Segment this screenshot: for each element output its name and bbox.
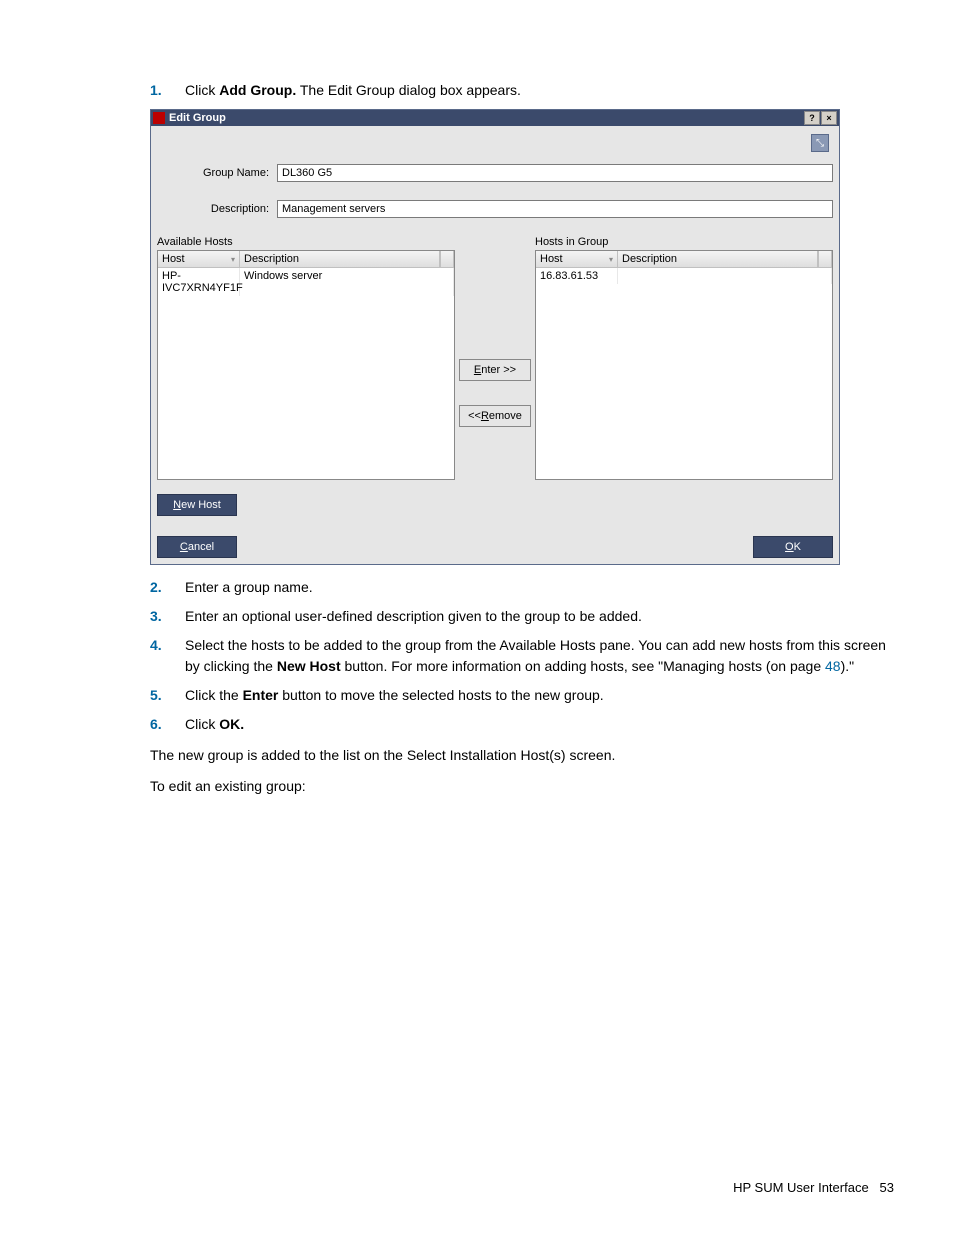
step-number: 6.: [150, 714, 185, 735]
new-host-button[interactable]: New Host: [157, 494, 237, 516]
step-text: Enter an optional user-defined descripti…: [185, 606, 894, 627]
table-row[interactable]: HP-IVC7XRN4YF1F Windows server: [158, 268, 454, 296]
cell-host: HP-IVC7XRN4YF1F: [158, 268, 240, 296]
step-text: Click Add Group. The Edit Group dialog b…: [185, 80, 894, 101]
footer-page-number: 53: [880, 1180, 894, 1195]
available-hosts-panel: Available Hosts Host▾ Description HP-IVC…: [157, 236, 455, 480]
remove-button[interactable]: << Remove: [459, 405, 531, 427]
step-number: 2.: [150, 577, 185, 598]
hosts-in-group-grid[interactable]: Host▾ Description 16.83.61.53: [535, 250, 833, 480]
edit-intro-paragraph: To edit an existing group:: [150, 776, 894, 797]
step-number: 3.: [150, 606, 185, 627]
col-header-description[interactable]: Description: [240, 251, 440, 267]
available-hosts-label: Available Hosts: [157, 236, 455, 248]
cell-host: 16.83.61.53: [536, 268, 618, 284]
hosts-in-group-label: Hosts in Group: [535, 236, 833, 248]
scroll-header: [818, 251, 832, 267]
sort-icon: ▾: [231, 255, 235, 264]
step-number: 4.: [150, 635, 185, 677]
close-button[interactable]: ×: [821, 111, 837, 125]
page-footer: HP SUM User Interface 53: [733, 1180, 894, 1195]
step-text: Click OK.: [185, 714, 894, 735]
enter-button[interactable]: Enter >>: [459, 359, 531, 381]
dialog-title: Edit Group: [169, 112, 803, 124]
hosts-in-group-panel: Hosts in Group Host▾ Description 16.83.6…: [535, 236, 833, 480]
step-item: 5.Click the Enter button to move the sel…: [150, 685, 894, 706]
steps-bottom: 2.Enter a group name.3.Enter an optional…: [150, 577, 894, 735]
sort-icon: ▾: [609, 255, 613, 264]
ok-button[interactable]: OK: [753, 536, 833, 558]
cancel-button[interactable]: Cancel: [157, 536, 237, 558]
cell-desc: [618, 268, 832, 284]
step-text: Select the hosts to be added to the grou…: [185, 635, 894, 677]
edit-group-dialog: Edit Group ? × ⤡ Group Name: DL360 G5 De…: [150, 109, 840, 565]
resize-corner-button[interactable]: ⤡: [811, 134, 829, 152]
scroll-header: [440, 251, 454, 267]
group-name-input[interactable]: DL360 G5: [277, 164, 833, 182]
steps-top: 1. Click Add Group. The Edit Group dialo…: [150, 80, 894, 101]
col-header-description[interactable]: Description: [618, 251, 818, 267]
group-name-label: Group Name:: [157, 167, 277, 179]
col-header-host[interactable]: Host▾: [536, 251, 618, 267]
step-number: 1.: [150, 80, 185, 101]
grid-header: Host▾ Description: [158, 251, 454, 268]
col-header-host[interactable]: Host▾: [158, 251, 240, 267]
step-text: Enter a group name.: [185, 577, 894, 598]
description-input[interactable]: Management servers: [277, 200, 833, 218]
cell-desc: Windows server: [240, 268, 454, 296]
step-item: 6.Click OK.: [150, 714, 894, 735]
app-icon: [153, 112, 165, 124]
transfer-buttons: Enter >> << Remove: [455, 236, 535, 480]
titlebar: Edit Group ? ×: [151, 110, 839, 126]
footer-section: HP SUM User Interface: [733, 1180, 869, 1195]
help-button[interactable]: ?: [804, 111, 820, 125]
grid-header: Host▾ Description: [536, 251, 832, 268]
step-number: 5.: [150, 685, 185, 706]
step-1: 1. Click Add Group. The Edit Group dialo…: [150, 80, 894, 101]
step-item: 2.Enter a group name.: [150, 577, 894, 598]
description-label: Description:: [157, 203, 277, 215]
step-item: 4.Select the hosts to be added to the gr…: [150, 635, 894, 677]
result-paragraph: The new group is added to the list on th…: [150, 745, 894, 766]
table-row[interactable]: 16.83.61.53: [536, 268, 832, 284]
step-item: 3.Enter an optional user-defined descrip…: [150, 606, 894, 627]
available-hosts-grid[interactable]: Host▾ Description HP-IVC7XRN4YF1F Window…: [157, 250, 455, 480]
step-text: Click the Enter button to move the selec…: [185, 685, 894, 706]
